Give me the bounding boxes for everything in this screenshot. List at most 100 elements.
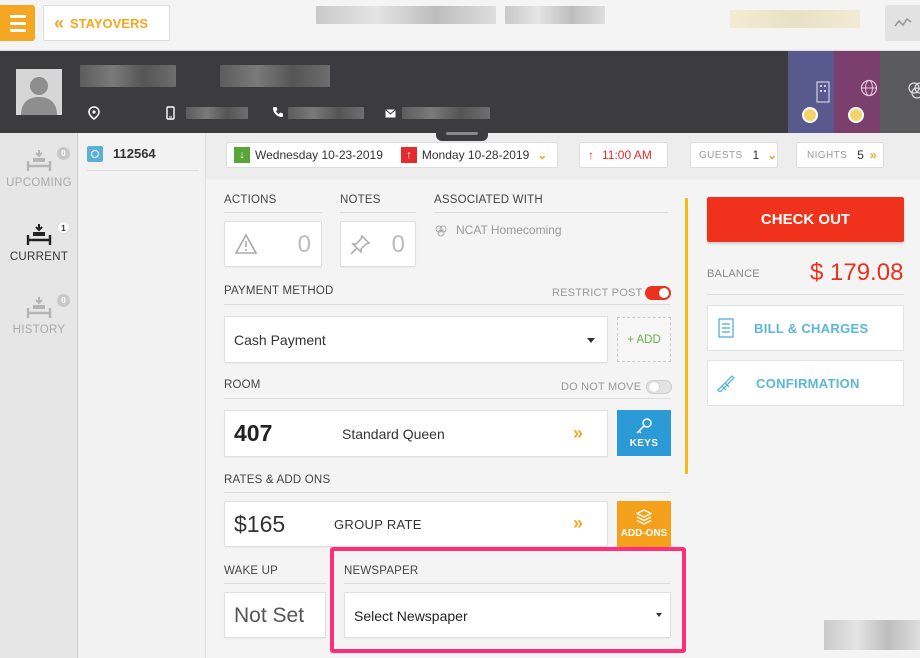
notes-label: NOTES xyxy=(340,194,381,206)
add-ons-button[interactable]: ADD-ONS xyxy=(617,501,671,547)
nav-upcoming[interactable]: 0 UPCOMING xyxy=(0,137,78,207)
history-bed-icon xyxy=(26,297,52,318)
upcoming-count-badge: 0 xyxy=(57,147,70,160)
actions-card[interactable]: 0 xyxy=(224,221,322,267)
rate-card[interactable]: $165 GROUP RATE » xyxy=(224,501,608,547)
divider xyxy=(707,294,904,295)
back-to-stayovers-button[interactable]: « STAYOVERS xyxy=(43,5,170,41)
checkout-time-selector[interactable]: ↑ 11:00 AM xyxy=(579,142,668,168)
stay-dates-selector[interactable]: ↓ Wednesday 10-23-2019 ↑ Monday 10-28-20… xyxy=(226,142,558,168)
divider xyxy=(224,398,671,399)
menu-icon-line xyxy=(9,28,26,32)
arrival-date: Wednesday 10-23-2019 xyxy=(255,148,383,162)
wake-up-value: Not Set xyxy=(234,604,305,627)
restrict-post-toggle[interactable] xyxy=(645,286,671,300)
room-label: ROOM xyxy=(224,379,261,391)
history-count-badge: 0 xyxy=(57,294,70,307)
room-number: 407 xyxy=(234,420,273,446)
telephone-icon xyxy=(272,106,284,121)
hamburger-menu-button[interactable] xyxy=(0,5,35,41)
guest-profile-tabs xyxy=(788,51,920,133)
divider xyxy=(224,583,326,584)
bill-and-charges-label: BILL & CHARGES xyxy=(754,320,869,336)
travel-agent-tab[interactable] xyxy=(834,51,880,133)
payment-method-value: Cash Payment xyxy=(234,332,326,348)
wake-up-label: WAKE UP xyxy=(224,565,279,577)
departure-arrow-icon: ↑ xyxy=(400,147,417,163)
collapse-guest-header-handle[interactable] xyxy=(436,127,488,141)
search-magnifier-icon xyxy=(848,107,864,123)
pulse-chart-icon xyxy=(893,17,911,27)
nights-count: 5 xyxy=(857,148,864,162)
nights-selector[interactable]: NIGHTS 5 » xyxy=(796,142,884,168)
bill-and-charges-button[interactable]: BILL & CHARGES xyxy=(707,305,904,351)
divider xyxy=(340,212,416,213)
divider xyxy=(224,212,322,213)
pushpin-icon xyxy=(350,234,371,255)
company-profile-tab[interactable] xyxy=(788,51,834,133)
confirmation-button[interactable]: CONFIRMATION xyxy=(707,360,904,406)
bill-document-icon xyxy=(718,318,734,338)
nights-label: NIGHTS xyxy=(807,149,848,161)
activity-chart-button[interactable] xyxy=(885,5,920,41)
check-out-button[interactable]: CHECK OUT xyxy=(707,197,904,242)
nav-current[interactable]: 1 CURRENT xyxy=(0,211,78,281)
chevron-down-icon: ⌄ xyxy=(537,148,548,162)
envelope-icon xyxy=(385,106,396,121)
guest-header xyxy=(0,51,920,133)
newspaper-highlight-frame xyxy=(330,547,686,653)
divider xyxy=(224,304,671,305)
room-assignment-card[interactable]: 407 Standard Queen » xyxy=(224,410,608,457)
redacted-mobile-number[interactable] xyxy=(186,107,248,119)
checkout-time: 11:00 AM xyxy=(602,148,652,162)
group-circles-icon xyxy=(908,82,920,99)
reservation-number: 112564 xyxy=(113,146,156,161)
location-pin-icon xyxy=(88,106,100,123)
add-payment-button[interactable]: + ADD xyxy=(617,317,671,362)
keys-button-label: KEYS xyxy=(629,438,659,449)
room-type: Standard Queen xyxy=(342,426,445,442)
reservation-item[interactable]: 112564 xyxy=(87,141,199,171)
time-up-arrow-icon: ↑ xyxy=(588,148,594,162)
menu-icon-line xyxy=(9,21,26,25)
wake-up-card[interactable]: Not Set xyxy=(224,592,326,638)
rates-addons-label: RATES & ADD ONS xyxy=(224,474,331,486)
top-bar: « STAYOVERS xyxy=(0,0,920,51)
restrict-post-label: RESTRICT POST xyxy=(552,287,643,299)
payment-method-label: PAYMENT METHOD xyxy=(224,285,334,297)
do-not-move-toggle[interactable] xyxy=(646,380,672,394)
reservation-status-icon xyxy=(87,145,103,162)
redacted-phone-number[interactable] xyxy=(288,107,364,119)
divider xyxy=(224,492,671,493)
globe-icon xyxy=(860,79,878,97)
stay-dates-bar: ↓ Wednesday 10-23-2019 ↑ Monday 10-28-20… xyxy=(206,133,920,179)
guests-selector[interactable]: GUESTS 1 ⌄ xyxy=(690,142,778,168)
double-chevron-right-icon: » xyxy=(573,513,584,533)
toggle-knob xyxy=(649,382,659,392)
nav-history-label: HISTORY xyxy=(12,324,66,336)
send-confirmation-icon xyxy=(717,375,735,392)
notes-card[interactable]: 0 xyxy=(340,221,416,267)
nav-current-label: CURRENT xyxy=(9,251,69,263)
redacted-email[interactable] xyxy=(402,107,490,119)
redacted-guest-first-name xyxy=(80,65,176,87)
balance-amount: $ 179.08 xyxy=(810,259,904,286)
redacted-footer-info xyxy=(824,620,920,650)
guest-avatar xyxy=(16,69,62,115)
toggle-knob xyxy=(659,288,669,298)
room-keys-button[interactable]: KEYS xyxy=(617,410,671,456)
section-separator xyxy=(685,198,688,474)
warning-triangle-icon xyxy=(234,233,258,254)
key-icon xyxy=(636,418,652,434)
departure-date: Monday 10-28-2019 xyxy=(421,148,530,162)
chevron-down-icon: ⌄ xyxy=(767,148,778,162)
divider xyxy=(434,212,668,213)
nav-history[interactable]: 0 HISTORY xyxy=(0,284,78,354)
associated-with-label: ASSOCIATED WITH xyxy=(434,194,543,206)
mobile-phone-icon xyxy=(166,106,175,123)
group-tab[interactable] xyxy=(880,51,920,133)
group-circles-icon xyxy=(435,225,447,237)
payment-method-select[interactable]: Cash Payment xyxy=(224,316,608,363)
associated-group-name[interactable]: NCAT Homecoming xyxy=(456,223,562,237)
do-not-move-label: DO NOT MOVE xyxy=(561,381,642,393)
